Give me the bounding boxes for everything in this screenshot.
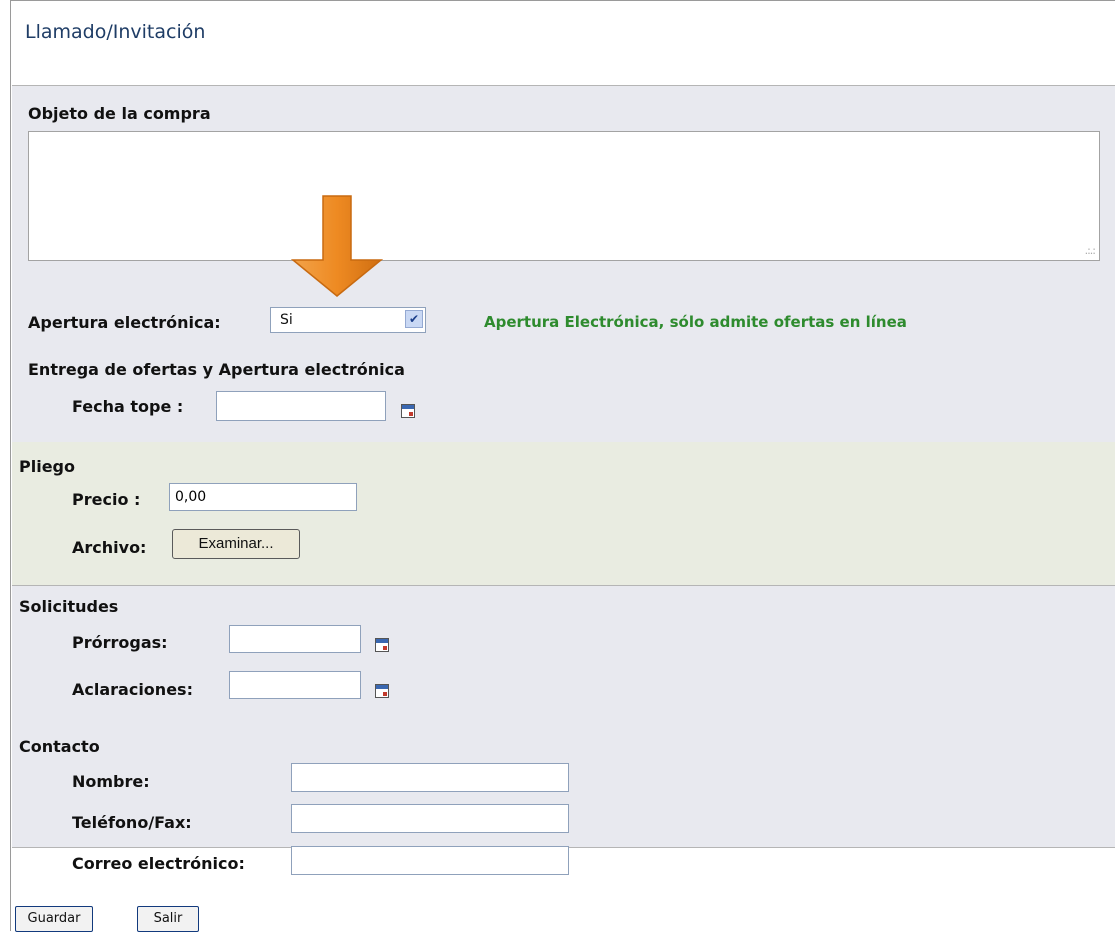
correo-label: Correo electrónico: <box>72 854 245 873</box>
solicitudes-heading: Solicitudes <box>19 597 119 616</box>
page-title: Llamado/Invitación <box>25 21 206 43</box>
fecha-tope-input[interactable] <box>216 391 386 421</box>
salir-button[interactable]: Salir <box>137 906 199 932</box>
aclaraciones-input[interactable] <box>229 671 361 699</box>
guardar-button[interactable]: Guardar <box>15 906 93 932</box>
calendar-icon[interactable] <box>401 404 415 418</box>
form-frame: Llamado/Invitación Objeto de la compra .… <box>10 0 1115 932</box>
entrega-heading: Entrega de ofertas y Apertura electrónic… <box>28 360 405 379</box>
apertura-note: Apertura Electrónica, sólo admite oferta… <box>484 313 907 331</box>
prorrogas-input[interactable] <box>229 625 361 653</box>
precio-label: Precio : <box>72 490 141 509</box>
section-pliego: Pliego Precio : Archivo: Examinar... <box>12 442 1115 586</box>
section-contacto: Contacto Nombre: Teléfono/Fax: Correo el… <box>12 722 1115 875</box>
objeto-textarea[interactable]: .:.: <box>28 131 1100 261</box>
prorrogas-label: Prórrogas: <box>72 633 168 652</box>
calendar-icon[interactable] <box>375 684 389 698</box>
examinar-button[interactable]: Examinar... <box>172 529 300 559</box>
fecha-tope-label: Fecha tope : <box>72 397 184 416</box>
precio-input[interactable] <box>169 483 357 511</box>
contacto-heading: Contacto <box>19 737 100 756</box>
calendar-icon[interactable] <box>375 638 389 652</box>
section-solicitudes: Solicitudes Prórrogas: Aclaraciones: <box>12 586 1115 722</box>
aclaraciones-label: Aclaraciones: <box>72 680 193 699</box>
nombre-label: Nombre: <box>72 772 150 791</box>
objeto-label: Objeto de la compra <box>28 104 211 123</box>
archivo-label: Archivo: <box>72 538 147 557</box>
section-objeto-apertura: Objeto de la compra .:.: Apertura electr… <box>12 85 1115 443</box>
correo-input[interactable] <box>291 846 569 875</box>
pliego-heading: Pliego <box>19 457 75 476</box>
arrow-down-icon <box>291 195 383 297</box>
apertura-selected-value: Si <box>280 312 293 328</box>
resize-grip-icon[interactable]: .:.: <box>1085 244 1096 257</box>
chevron-down-icon[interactable]: ✔ <box>405 310 423 328</box>
telefono-label: Teléfono/Fax: <box>72 813 192 832</box>
nombre-input[interactable] <box>291 763 569 792</box>
apertura-select[interactable]: Si ✔ <box>270 307 426 333</box>
telefono-input[interactable] <box>291 804 569 833</box>
apertura-label: Apertura electrónica: <box>28 313 221 332</box>
